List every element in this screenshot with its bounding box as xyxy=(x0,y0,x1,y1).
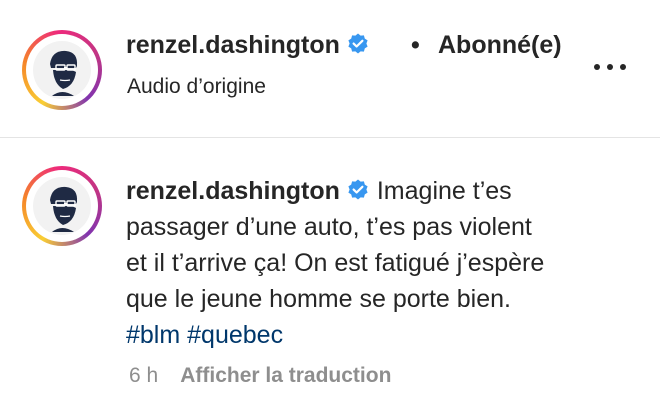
comment-avatar[interactable] xyxy=(22,166,102,246)
header-username-row: renzel.dashington xyxy=(126,31,370,60)
separator-dot: • xyxy=(411,31,420,59)
comment-username[interactable]: renzel.dashington xyxy=(126,177,340,205)
original-audio-link[interactable]: Audio d’origine xyxy=(127,75,266,99)
post-header: renzel.dashington • Abonné(e) Audio d’or… xyxy=(0,0,660,137)
avatar[interactable] xyxy=(22,30,102,110)
follow-status-button[interactable]: Abonné(e) xyxy=(438,31,562,60)
see-translation-button[interactable]: Afficher la traduction xyxy=(180,364,391,387)
bearded-man-icon xyxy=(33,41,91,99)
comment-body: renzel.dashington Imagine t’es passager … xyxy=(126,173,556,353)
hashtag-link[interactable]: #quebec xyxy=(187,321,283,349)
comment-timestamp: 6 h xyxy=(129,364,159,387)
avatar-image xyxy=(26,34,98,106)
avatar-image xyxy=(26,170,98,242)
header-username[interactable]: renzel.dashington xyxy=(126,31,340,59)
comment-meta: 6 h Afficher la traduction xyxy=(129,364,391,388)
bearded-man-icon xyxy=(33,177,91,235)
more-options-icon[interactable] xyxy=(592,56,628,80)
verified-badge-icon xyxy=(346,176,370,200)
divider xyxy=(0,137,660,138)
hashtag-link[interactable]: #blm xyxy=(126,321,180,349)
verified-badge-icon xyxy=(346,32,370,56)
